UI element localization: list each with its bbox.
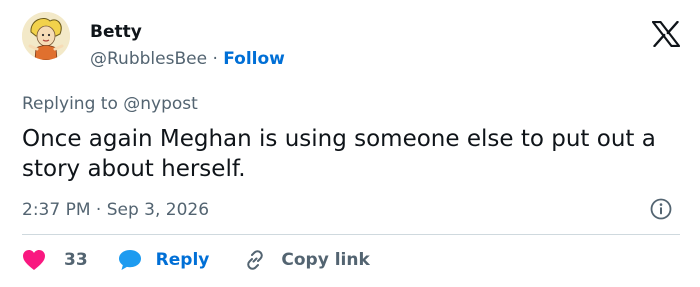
heart-icon — [23, 250, 45, 270]
info-icon[interactable] — [650, 198, 672, 220]
like-count: 33 — [64, 250, 88, 270]
reply-button[interactable]: Reply — [118, 249, 210, 271]
handle-row: @RubblesBee · Follow — [90, 48, 285, 70]
tweet-date: Sep 3, 2026 — [106, 200, 210, 220]
x-logo-icon[interactable] — [652, 21, 680, 47]
link-icon — [247, 250, 264, 270]
replying-prefix: Replying to — [22, 94, 118, 114]
avatar[interactable] — [22, 12, 70, 60]
author-name[interactable]: Betty — [90, 22, 142, 42]
like-button[interactable]: 33 — [22, 249, 88, 271]
replying-mention-link[interactable]: @nypost — [123, 94, 198, 114]
timestamp[interactable]: 2:37 PM · Sep 3, 2026 — [22, 199, 209, 221]
timestamp-separator: · — [95, 200, 102, 220]
action-bar: 33 Reply Copy link — [22, 247, 370, 273]
avatar-cartoon-icon — [22, 12, 70, 60]
tweet-time: 2:37 PM — [22, 200, 91, 220]
copy-link-button[interactable]: Copy link — [243, 248, 370, 272]
tweet-text: Once again Meghan is using someone else … — [22, 126, 656, 182]
reply-label: Reply — [155, 250, 210, 270]
copy-link-label: Copy link — [281, 250, 370, 270]
follow-button[interactable]: Follow — [223, 49, 285, 69]
speech-bubble-icon — [118, 250, 141, 270]
divider — [22, 234, 680, 235]
handle-separator: · — [212, 49, 218, 69]
author-handle[interactable]: @RubblesBee — [90, 49, 207, 69]
replying-to: Replying to @nypost — [22, 93, 198, 115]
